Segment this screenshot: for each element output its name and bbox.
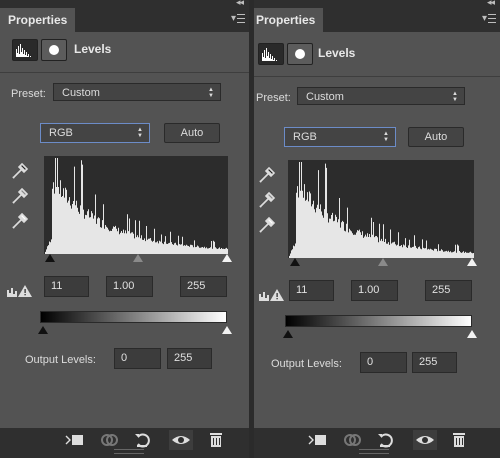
output-black-field[interactable]: 0: [360, 352, 407, 373]
output-white-field[interactable]: 255: [412, 352, 457, 373]
panel-menu-icon[interactable]: ▾: [482, 13, 496, 24]
output-black-slider[interactable]: [283, 330, 293, 338]
input-black-slider[interactable]: [290, 258, 300, 266]
clip-to-layer-icon[interactable]: [64, 430, 88, 450]
panel-footer: [254, 428, 500, 458]
tab-properties[interactable]: Properties: [254, 8, 324, 32]
histogram-bars: [44, 158, 228, 254]
properties-panel-left: ◂◂ Properties ▾ Levels Preset: Custom ▲ ▼…: [0, 0, 249, 458]
preset-dropdown[interactable]: Custom ▲ ▼: [53, 83, 221, 101]
input-white-slider[interactable]: [467, 258, 477, 266]
dropdown-arrows-icon: ▲ ▼: [137, 127, 143, 139]
delete-icon[interactable]: [447, 430, 471, 450]
clipping-warning-icon[interactable]: [6, 284, 32, 298]
adjustment-title: Levels: [318, 46, 356, 60]
output-gradient: [285, 315, 472, 327]
input-black-field[interactable]: 11: [44, 276, 89, 297]
gray-point-eyedropper-icon[interactable]: [256, 189, 276, 209]
header-divider: [0, 72, 249, 73]
channel-value: RGB: [49, 127, 73, 139]
output-white-slider[interactable]: [222, 326, 232, 334]
resize-grip[interactable]: [114, 449, 144, 454]
output-levels-label: Output Levels:: [25, 354, 96, 366]
panel-top-bar: ◂◂: [254, 0, 500, 8]
dropdown-arrows-icon: ▲ ▼: [452, 91, 458, 103]
histogram-bars: [288, 162, 474, 258]
input-gamma-field[interactable]: 1.00: [351, 280, 398, 301]
adjustment-header: Levels: [0, 32, 249, 70]
input-black-slider[interactable]: [45, 254, 55, 262]
preset-label: Preset:: [11, 88, 46, 100]
output-white-field[interactable]: 255: [167, 348, 212, 369]
preset-value: Custom: [306, 91, 344, 103]
input-white-field[interactable]: 255: [425, 280, 472, 301]
visibility-eye-icon[interactable]: [413, 430, 437, 450]
output-black-slider[interactable]: [38, 326, 48, 334]
reset-icon[interactable]: [374, 430, 398, 450]
layer-mask-icon[interactable]: [287, 43, 313, 65]
preset-value: Custom: [62, 87, 100, 99]
black-point-eyedropper-icon[interactable]: [256, 164, 276, 184]
output-levels-label: Output Levels:: [271, 358, 342, 370]
output-gradient: [40, 311, 227, 323]
input-gamma-field[interactable]: 1.00: [106, 276, 153, 297]
histogram: [44, 156, 228, 254]
adjustment-title: Levels: [74, 42, 112, 56]
collapse-panel-icon[interactable]: ◂◂: [236, 0, 244, 8]
tab-properties[interactable]: Properties: [0, 8, 76, 32]
output-black-field[interactable]: 0: [114, 348, 161, 369]
reset-icon[interactable]: [131, 430, 155, 450]
dropdown-arrows-icon: ▲ ▼: [383, 131, 389, 143]
panel-menu-icon[interactable]: ▾: [231, 13, 245, 24]
histogram: [288, 160, 474, 258]
black-point-eyedropper-icon[interactable]: [9, 160, 29, 180]
preset-label: Preset:: [256, 92, 291, 104]
auto-button[interactable]: Auto: [408, 127, 464, 147]
histogram-graph: [44, 158, 228, 254]
input-black-field[interactable]: 11: [289, 280, 334, 301]
gray-point-eyedropper-icon[interactable]: [9, 185, 29, 205]
channel-dropdown[interactable]: RGB ▲ ▼: [284, 127, 396, 147]
levels-histogram-icon[interactable]: [258, 43, 284, 65]
dropdown-arrows-icon: ▲ ▼: [208, 87, 214, 99]
delete-icon[interactable]: [204, 430, 228, 450]
preset-dropdown[interactable]: Custom ▲ ▼: [297, 87, 465, 105]
adjustment-header: Levels: [254, 36, 500, 74]
clip-to-layer-icon[interactable]: [307, 430, 331, 450]
header-divider: [254, 76, 500, 77]
properties-panel-right: ◂◂ Properties ▾ Levels Preset: Custom ▲ ▼…: [254, 0, 500, 458]
output-white-slider[interactable]: [467, 330, 477, 338]
layer-mask-icon[interactable]: [41, 39, 67, 61]
collapse-panel-icon[interactable]: ◂◂: [487, 0, 495, 8]
levels-histogram-icon[interactable]: [12, 39, 38, 61]
view-previous-state-icon[interactable]: [341, 430, 365, 450]
resize-grip[interactable]: [359, 449, 389, 454]
clipping-warning-icon[interactable]: [258, 288, 284, 302]
panel-footer: [0, 428, 249, 458]
white-point-eyedropper-icon[interactable]: [9, 210, 29, 230]
tab-row: Properties ▾: [0, 8, 249, 32]
auto-button[interactable]: Auto: [164, 123, 220, 143]
white-point-eyedropper-icon[interactable]: [256, 214, 276, 234]
tab-row: Properties ▾: [254, 8, 500, 32]
channel-dropdown[interactable]: RGB ▲ ▼: [40, 123, 150, 143]
channel-value: RGB: [293, 131, 317, 143]
view-previous-state-icon[interactable]: [98, 430, 122, 450]
input-white-field[interactable]: 255: [180, 276, 227, 297]
input-gamma-slider[interactable]: [378, 258, 388, 266]
visibility-eye-icon[interactable]: [169, 430, 193, 450]
panel-top-bar: ◂◂: [0, 0, 249, 8]
histogram-graph: [288, 162, 474, 258]
input-white-slider[interactable]: [222, 254, 232, 262]
input-gamma-slider[interactable]: [133, 254, 143, 262]
